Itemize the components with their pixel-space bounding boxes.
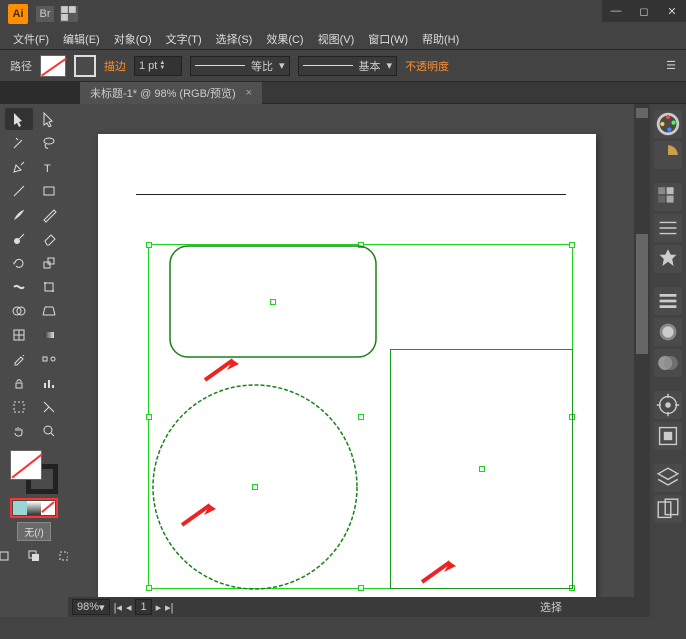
maximize-button[interactable]: ◻: [630, 0, 658, 22]
minimize-button[interactable]: —: [602, 0, 630, 22]
color-mode-none[interactable]: [41, 501, 55, 515]
pencil-tool[interactable]: [35, 204, 63, 226]
blend-tool[interactable]: [35, 348, 63, 370]
opacity-label[interactable]: 不透明度: [405, 58, 449, 74]
menu-type[interactable]: 文字(T): [159, 31, 209, 47]
column-graph-tool[interactable]: [35, 372, 63, 394]
menu-window[interactable]: 窗口(W): [361, 31, 415, 47]
eyedropper-tool[interactable]: [5, 348, 33, 370]
draw-normal-mode[interactable]: [0, 545, 18, 567]
gradient-panel-icon[interactable]: [654, 318, 682, 346]
stroke-panel-icon[interactable]: [654, 287, 682, 315]
control-bar: 路径 描边 1 pt▲▼ 等比▾ 基本▾ 不透明度 ☰: [0, 50, 686, 82]
menu-help[interactable]: 帮助(H): [415, 31, 466, 47]
rotate-tool[interactable]: [5, 252, 33, 274]
stroke-weight-input[interactable]: 1 pt▲▼: [134, 56, 182, 76]
hand-tool[interactable]: [5, 420, 33, 442]
menu-select[interactable]: 选择(S): [209, 31, 260, 47]
artboard-number-input[interactable]: 1: [135, 599, 151, 615]
graphic-styles-panel-icon[interactable]: [654, 422, 682, 450]
prev-icon[interactable]: ◂: [126, 601, 132, 614]
vertical-scrollbar[interactable]: [634, 104, 650, 597]
symbols-panel-icon[interactable]: [654, 245, 682, 273]
canvas-area[interactable]: 98% ▾ |◂ ◂ 1 ▸ ▸| 选择: [68, 104, 650, 617]
color-guide-panel-icon[interactable]: [654, 141, 682, 169]
stroke-label[interactable]: 描边: [104, 58, 126, 74]
annotation-arrow: [420, 556, 456, 587]
arrange-docs-icon[interactable]: [60, 6, 78, 22]
menu-object[interactable]: 对象(O): [107, 31, 159, 47]
next-icon[interactable]: ▸: [156, 601, 162, 614]
scale-tool[interactable]: [35, 252, 63, 274]
titlebar: Ai Br 基本功能 ▾ — ◻ ✕: [0, 0, 686, 28]
layers-panel-icon[interactable]: [654, 464, 682, 492]
zoom-tool[interactable]: [35, 420, 63, 442]
swatches-panel-icon[interactable]: [654, 183, 682, 211]
gradient-tool[interactable]: [35, 324, 63, 346]
color-panel-icon[interactable]: [654, 110, 682, 138]
brush-dropdown[interactable]: 基本▾: [298, 56, 398, 76]
rectangle-shape[interactable]: [390, 349, 573, 589]
menu-view[interactable]: 视图(V): [311, 31, 362, 47]
free-transform-tool[interactable]: [35, 276, 63, 298]
svg-text:T: T: [44, 163, 51, 175]
color-mode-color[interactable]: [13, 501, 27, 515]
mesh-tool[interactable]: [5, 324, 33, 346]
close-tab-icon[interactable]: ×: [246, 87, 252, 99]
color-mode-row: [10, 498, 58, 518]
artboard-tool[interactable]: [5, 396, 33, 418]
tool-status: 选择: [540, 599, 562, 615]
right-panel-strip: [650, 104, 686, 617]
panel-menu-icon[interactable]: ☰: [666, 59, 676, 72]
statusbar: 98% ▾ |◂ ◂ 1 ▸ ▸| 选择: [68, 597, 650, 617]
paintbrush-tool[interactable]: [5, 204, 33, 226]
magic-wand-tool[interactable]: [5, 132, 33, 154]
fill-color-swatch[interactable]: [40, 55, 66, 77]
symbol-sprayer-tool[interactable]: [5, 372, 33, 394]
object-type-label: 路径: [10, 58, 32, 74]
close-button[interactable]: ✕: [658, 0, 686, 22]
shape-builder-tool[interactable]: [5, 300, 33, 322]
annotation-arrow: [203, 354, 239, 385]
tab-dock-handle[interactable]: [0, 82, 80, 104]
stroke-color-swatch[interactable]: [74, 55, 96, 77]
direct-selection-tool[interactable]: [35, 108, 63, 130]
width-tool[interactable]: [5, 276, 33, 298]
appearance-panel-icon[interactable]: [654, 391, 682, 419]
line-tool[interactable]: [5, 180, 33, 202]
rectangle-tool[interactable]: [35, 180, 63, 202]
blob-brush-tool[interactable]: [5, 228, 33, 250]
stroke-profile-dropdown[interactable]: 等比▾: [190, 56, 290, 76]
color-mode-gradient[interactable]: [27, 501, 41, 515]
menu-edit[interactable]: 编辑(E): [56, 31, 107, 47]
selection-tool[interactable]: [5, 108, 33, 130]
next-artboard-icon[interactable]: ▸|: [165, 601, 173, 614]
toolbox: T 无(/): [0, 104, 68, 617]
document-tab[interactable]: 未标题-1* @ 98% (RGB/预览)×: [80, 82, 262, 104]
slice-tool[interactable]: [35, 396, 63, 418]
brushes-panel-icon[interactable]: [654, 214, 682, 242]
annotation-arrow: [180, 499, 216, 530]
line-shape[interactable]: [136, 194, 566, 195]
none-tooltip: 无(/): [17, 522, 50, 541]
perspective-grid-tool[interactable]: [35, 300, 63, 322]
document-tabbar: 未标题-1* @ 98% (RGB/预览)×: [0, 82, 686, 104]
app-logo: Ai: [8, 4, 28, 24]
transparency-panel-icon[interactable]: [654, 349, 682, 377]
prev-artboard-icon[interactable]: |◂: [114, 601, 122, 614]
zoom-input[interactable]: 98% ▾: [72, 599, 110, 615]
menubar: 文件(F) 编辑(E) 对象(O) 文字(T) 选择(S) 效果(C) 视图(V…: [0, 28, 686, 50]
type-tool[interactable]: T: [35, 156, 63, 178]
artboards-panel-icon[interactable]: [654, 495, 682, 523]
menu-file[interactable]: 文件(F): [6, 31, 56, 47]
fill-indicator[interactable]: [10, 450, 42, 480]
artboard[interactable]: [98, 134, 596, 600]
fill-stroke-indicator[interactable]: [8, 448, 60, 496]
draw-behind-mode[interactable]: [20, 545, 48, 567]
bridge-icon[interactable]: Br: [36, 6, 54, 22]
lasso-tool[interactable]: [35, 132, 63, 154]
pen-tool[interactable]: [5, 156, 33, 178]
eraser-tool[interactable]: [35, 228, 63, 250]
menu-effect[interactable]: 效果(C): [259, 31, 310, 47]
